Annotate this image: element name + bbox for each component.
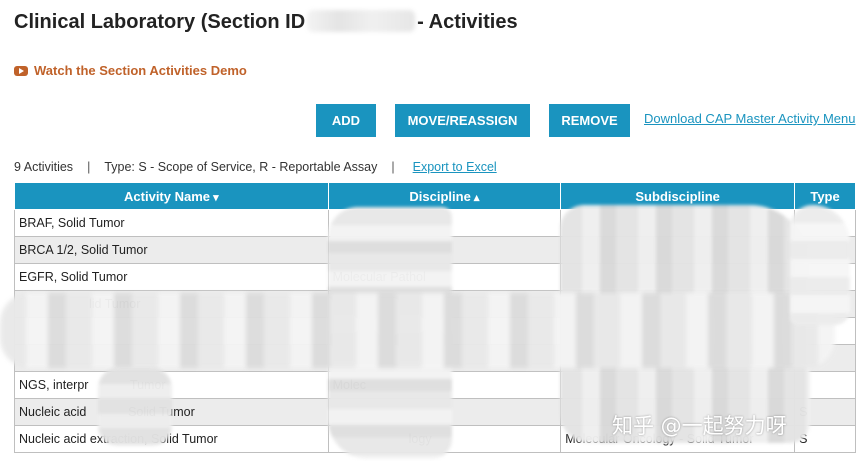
cell-subdiscipline xyxy=(560,290,796,318)
separator: | xyxy=(87,160,91,174)
export-to-excel-link[interactable]: Export to Excel xyxy=(413,160,497,174)
sort-down-icon xyxy=(210,189,219,204)
cell-discipline: M xyxy=(327,290,562,318)
cell-activity-name xyxy=(14,344,329,372)
separator: | xyxy=(391,160,395,174)
page-title-prefix: Clinical Laboratory (Section ID xyxy=(14,11,306,33)
watermark-text: 知乎 @一起努力呀 xyxy=(612,414,787,438)
cell-type xyxy=(794,371,856,399)
cell-type xyxy=(794,317,856,345)
cell-activity-name: BRCA 1/2, Solid Tumor xyxy=(14,236,329,264)
header-activity-name[interactable]: Activity Name xyxy=(14,182,329,210)
header-activity-name-label: Activity Name xyxy=(124,188,211,204)
sort-up-icon xyxy=(471,189,480,204)
cell-type: S xyxy=(794,398,856,426)
page-title: Clinical Laboratory (Section ID - Activit… xyxy=(14,10,518,34)
cell-subdiscipline xyxy=(560,317,796,345)
cell-discipline xyxy=(327,209,562,237)
cell-subdiscipline xyxy=(560,209,796,237)
header-discipline[interactable]: Discipline xyxy=(327,182,562,210)
table-row[interactable]: lid Tumor M xyxy=(14,290,856,318)
table-row[interactable]: BRCA 1/2, Solid Tumor xyxy=(14,236,856,264)
cell-discipline xyxy=(327,317,562,345)
table-row[interactable]: NGS, interpr Tumor Molec xyxy=(14,371,856,399)
cell-type xyxy=(794,290,856,318)
cell-discipline xyxy=(327,236,562,264)
cell-discipline xyxy=(327,344,562,372)
cell-subdiscipline xyxy=(560,236,796,264)
cell-discipline: logy xyxy=(327,425,562,453)
type-legend: Type: S - Scope of Service, R - Reportab… xyxy=(104,160,378,174)
table-header-row: Activity Name Discipline Subdiscipline T… xyxy=(14,182,856,210)
table-row[interactable]: BRAF, Solid Tumor xyxy=(14,209,856,237)
page-title-suffix: - Activities xyxy=(417,11,518,33)
cell-discipline: Molecular Pathol xyxy=(327,263,562,291)
remove-button[interactable]: REMOVE xyxy=(549,104,630,137)
header-subdiscipline[interactable]: Subdiscipline xyxy=(560,182,796,210)
cell-type xyxy=(794,263,856,291)
table-row[interactable]: EGFR, Solid Tumor Molecular Pathol xyxy=(14,263,856,291)
cell-discipline: Molec xyxy=(327,371,562,399)
video-play-icon xyxy=(14,65,28,76)
cell-subdiscipline xyxy=(560,344,796,372)
cell-type: S xyxy=(794,425,856,453)
cell-subdiscipline xyxy=(560,371,796,399)
watch-demo-label: Watch the Section Activities Demo xyxy=(34,63,247,78)
redacted-section-id xyxy=(307,10,416,32)
cell-type xyxy=(794,344,856,372)
cell-type xyxy=(794,209,856,237)
cell-activity-name: lid Tumor xyxy=(14,290,329,318)
activity-count: 9 Activities xyxy=(14,160,74,174)
add-button[interactable]: ADD xyxy=(316,104,376,137)
header-type[interactable]: Type xyxy=(794,182,856,210)
cell-activity-name: Nucleic acid Solid Tumor xyxy=(14,398,329,426)
activity-summary: 9 Activities | Type: S - Scope of Servic… xyxy=(14,160,497,174)
cell-subdiscipline xyxy=(560,263,796,291)
cell-activity-name: Nucleic acid extraction, Solid Tumor xyxy=(14,425,329,453)
cell-activity-name: BRAF, Solid Tumor xyxy=(14,209,329,237)
cell-activity-name: EGFR, Solid Tumor xyxy=(14,263,329,291)
cell-type xyxy=(794,236,856,264)
cell-discipline xyxy=(327,398,562,426)
header-discipline-label: Discipline xyxy=(409,188,471,204)
table-row[interactable] xyxy=(14,317,856,345)
cell-activity-name xyxy=(14,317,329,345)
table-row[interactable] xyxy=(14,344,856,372)
download-cap-menu-link[interactable]: Download CAP Master Activity Menu xyxy=(644,111,855,126)
move-reassign-button[interactable]: MOVE/REASSIGN xyxy=(395,104,530,137)
cell-activity-name: NGS, interpr Tumor xyxy=(14,371,329,399)
watch-demo-link[interactable]: Watch the Section Activities Demo xyxy=(14,63,247,78)
